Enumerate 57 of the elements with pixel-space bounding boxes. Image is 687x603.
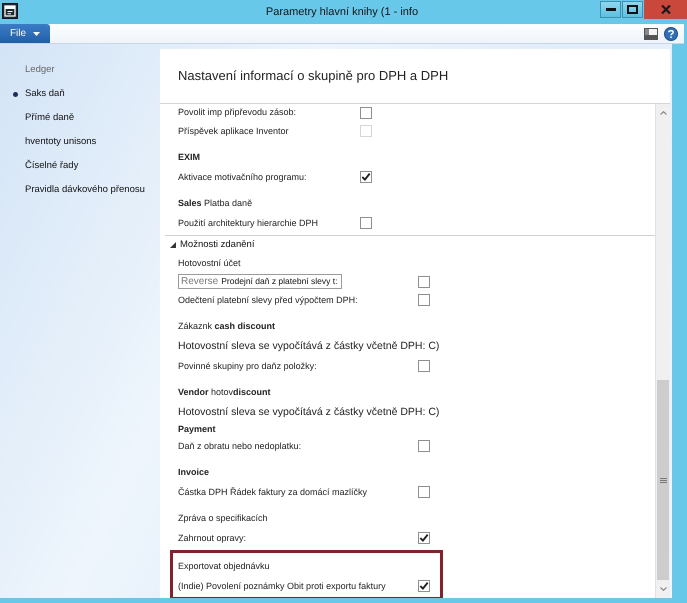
file-menu-button[interactable]: File xyxy=(0,24,50,43)
nav-link[interactable]: Přímé daně xyxy=(0,106,160,130)
nav-heading: Ledger xyxy=(24,63,56,78)
maximize-icon xyxy=(627,5,638,14)
field-label: Povolit imp připřevodu zásob: xyxy=(178,107,298,118)
field-label: Zahrnout opravy: xyxy=(178,532,248,544)
scroll-thumb[interactable] xyxy=(657,380,669,580)
window-title: Parametry hlavní knihy (1 - info xyxy=(264,5,420,20)
checkbox[interactable] xyxy=(418,580,430,592)
checkbox[interactable] xyxy=(418,440,430,452)
caret-icon xyxy=(33,32,40,36)
checkbox[interactable] xyxy=(360,171,372,183)
field-label: Příspěvek aplikace Inventor xyxy=(178,126,290,136)
section-heading: Payment xyxy=(178,424,216,434)
nav-link[interactable]: hventoty unisons xyxy=(0,130,160,154)
checkbox[interactable] xyxy=(360,106,372,118)
field-label: Použití architektury hierarchie DPH xyxy=(178,218,320,228)
help-icon[interactable] xyxy=(664,26,678,40)
group-label: Zpráva o specifikacích xyxy=(178,512,268,524)
chevron-down-icon xyxy=(660,587,666,591)
group-header[interactable]: Možnosti zdanění xyxy=(160,236,655,253)
minimize-icon xyxy=(606,8,616,11)
close-icon xyxy=(660,5,670,14)
group-label: Exportovat objednávku xyxy=(178,560,270,572)
chevron-up-icon xyxy=(660,111,666,115)
note-text: Hotovostní sleva se vypočítává z částky včetně DPH: C) xyxy=(178,406,440,418)
field-label: Povinné skupiny pro daňz položky: xyxy=(178,360,318,372)
nav-link[interactable]: Saks daň xyxy=(0,82,160,106)
field-label: Aktivace motivačního programu: xyxy=(178,172,308,182)
scrollbar[interactable] xyxy=(655,104,670,598)
group-label: Vendor hotovdiscount xyxy=(178,386,271,398)
checkbox[interactable] xyxy=(418,486,430,498)
field-label: Odečtení platební slevy před výpočtem DPH: xyxy=(178,294,359,306)
note-text: Hotovostní sleva se vypočítává z částky včetně DPH: C) xyxy=(178,340,440,352)
checkbox[interactable] xyxy=(418,276,430,288)
field-label: Částka DPH Řádek faktury za domácí mazlíčky xyxy=(178,486,368,498)
section-heading: EXIM xyxy=(178,152,200,162)
minimize-button[interactable] xyxy=(600,1,621,18)
panel-layout-icon[interactable] xyxy=(644,28,658,40)
group-label: Hotovostní účet xyxy=(178,258,241,268)
checkbox[interactable] xyxy=(418,360,430,372)
group-label: Sales Platba daně xyxy=(178,198,252,208)
app-icon[interactable] xyxy=(2,3,18,19)
close-button[interactable] xyxy=(644,0,687,19)
checkbox[interactable] xyxy=(418,294,430,306)
group-label: Zákaznk cash discount xyxy=(178,320,276,332)
grip-icon xyxy=(660,478,666,482)
checkbox[interactable] xyxy=(360,217,372,229)
nav-link[interactable]: Pravidla dávkového přenosu xyxy=(0,178,160,202)
maximize-button[interactable] xyxy=(622,1,643,18)
text-field[interactable]: Reverse Prodejní daň z platební slevy t: xyxy=(178,274,342,289)
checkbox[interactable] xyxy=(418,532,430,544)
field-label: Daň z obratu nebo nedoplatku: xyxy=(178,440,302,452)
section-heading: Invoice xyxy=(178,466,210,478)
panel-title: Nastavení informací o skupině pro DPH a DPH xyxy=(160,49,670,104)
nav-link[interactable]: Číselné řady xyxy=(0,154,160,178)
field-label: (Indie) Povolení poznámky Obit proti exportu faktury xyxy=(178,580,387,592)
